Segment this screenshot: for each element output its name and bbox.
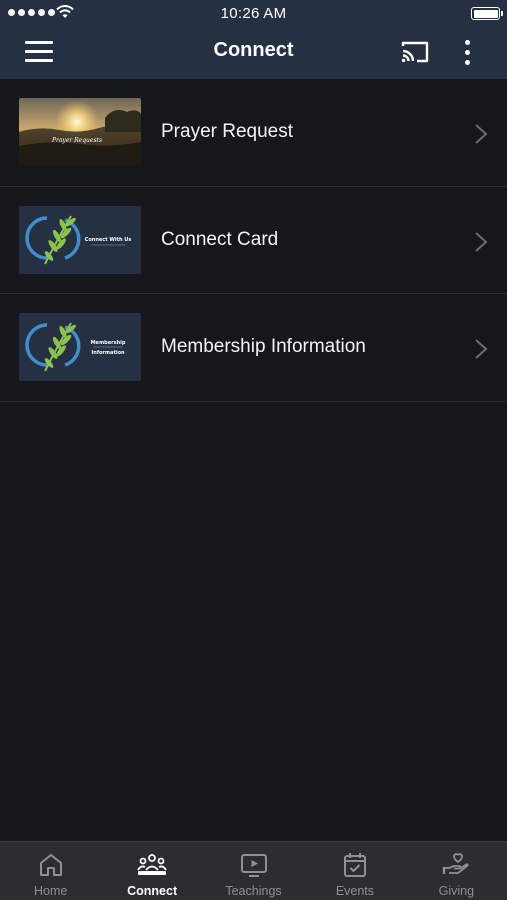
nav-bar: Connect	[0, 26, 507, 79]
bottom-tab-bar: Home Connect Teachings Events Giving	[0, 841, 507, 900]
tab-label: Events	[335, 884, 375, 898]
tab-label: Home	[34, 884, 68, 898]
membership-thumb-text-1: Membership	[91, 340, 126, 346]
tab-giving[interactable]: Giving	[406, 842, 507, 900]
status-bar: 10:26 AM	[0, 0, 507, 26]
chevron-right-icon	[475, 339, 488, 359]
cast-icon[interactable]	[400, 40, 430, 64]
people-icon	[137, 854, 167, 875]
membership-thumbnail: Membership Information	[19, 313, 141, 381]
list-item-label: Prayer Request	[161, 121, 294, 142]
list-item-label: Membership Information	[161, 336, 366, 357]
tab-connect[interactable]: Connect	[101, 842, 202, 900]
app-header: 10:26 AM Connect	[0, 0, 507, 79]
list-item-connect-card[interactable]: Connect With Us Connect Card	[0, 187, 507, 294]
tab-home[interactable]: Home	[0, 842, 101, 900]
tab-label: Teachings	[225, 884, 282, 898]
tab-events[interactable]: Events	[304, 842, 405, 900]
heart-hand-icon	[443, 853, 469, 874]
tv-play-icon	[240, 854, 267, 877]
chevron-right-icon	[475, 124, 488, 144]
page-title: Connect	[213, 39, 294, 61]
status-time: 10:26 AM	[220, 5, 287, 22]
membership-thumb-text-2: Information	[91, 350, 125, 356]
more-options-button[interactable]	[457, 39, 479, 67]
connect-card-thumbnail: Connect With Us	[19, 205, 141, 274]
list-item-prayer-request[interactable]: Prayer Requests Prayer Request	[0, 79, 507, 187]
tab-label: Giving	[438, 884, 475, 898]
prayer-thumb-text: Prayer Requests	[51, 137, 102, 144]
chevron-right-icon	[475, 231, 488, 252]
calendar-icon	[343, 853, 366, 877]
battery-icon	[471, 7, 503, 20]
connect-thumb-text: Connect With Us	[85, 237, 132, 243]
prayer-request-thumbnail: Prayer Requests	[19, 98, 141, 166]
list-item-label: Connect Card	[161, 228, 279, 250]
home-icon	[39, 854, 62, 876]
connect-list: Prayer Requests Prayer Request Connect W…	[0, 79, 507, 402]
list-item-membership-information[interactable]: Membership Information Membership Inform…	[0, 294, 507, 402]
tab-teachings[interactable]: Teachings	[203, 842, 304, 900]
tab-label: Connect	[127, 884, 178, 898]
